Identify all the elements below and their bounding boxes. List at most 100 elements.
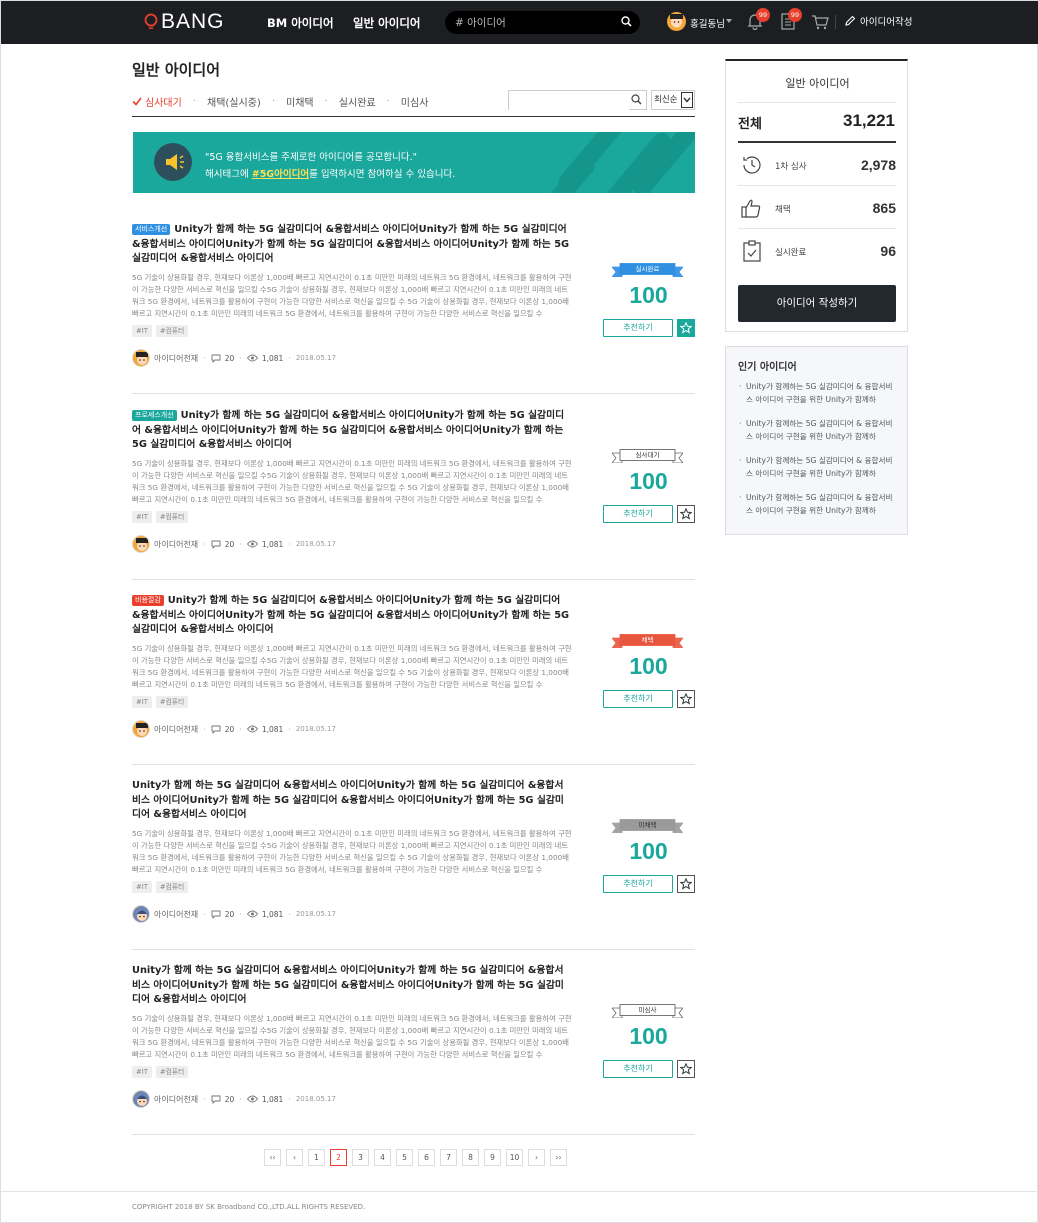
divider [1,1191,1038,1192]
comment-icon [211,725,221,734]
stat-label: 실시완료 [775,248,807,258]
popular-item[interactable]: Unity가 함께하는 5G 실감미디어 & 융합서비스 아이디어 구현을 위한… [738,492,898,517]
author-name[interactable]: 아이디어천재 [154,909,198,920]
comment-icon [211,354,221,363]
post-date: 2018.05.17 [295,910,336,919]
user-name[interactable]: 홍길동님 [690,16,725,30]
first-page-button[interactable]: ‹‹ [264,1149,281,1166]
tab-label: 심사대기 [145,98,182,109]
hashtag[interactable]: #컴퓨터 [155,1066,189,1079]
divider [835,15,836,29]
star-icon[interactable] [677,319,695,337]
page-number-button[interactable]: 10 [506,1149,523,1166]
user-avatar[interactable] [667,12,686,31]
status-label: 미채택 [638,821,657,829]
tab-not-adopted[interactable]: · 미채택 [261,94,314,109]
tab-pending-review[interactable]: 심사대기 [132,94,182,109]
tab-completed[interactable]: · 실시완료 [314,94,376,109]
idea-card[interactable]: Unity가 함께 하는 5G 실감미디어 &융합서비스 아이디어Unity가 … [132,767,695,950]
megaphone-icon [154,143,192,181]
logo-text: BANG [161,10,225,33]
last-page-button[interactable]: ›› [550,1149,567,1166]
hashtag[interactable]: #IT [132,325,152,338]
star-icon[interactable] [677,1060,695,1078]
next-page-button[interactable]: › [528,1149,545,1166]
prev-page-button[interactable]: ‹ [286,1149,303,1166]
idea-title-row[interactable]: Unity가 함께 하는 5G 실감미디어 &융합서비스 아이디어Unity가 … [132,779,572,823]
author-name[interactable]: 아이디어천재 [154,353,198,364]
popular-item[interactable]: Unity가 함께하는 5G 실감미디어 & 융합서비스 아이디어 구현을 위한… [738,381,898,406]
page-number-button[interactable]: 2 [330,1149,347,1166]
stat-row-completed[interactable]: 실시완료 96 [738,230,896,272]
idea-title-row[interactable]: 비용절감 Unity가 함께 하는 5G 실감미디어 &융합서비스 아이디어Uni… [132,594,572,638]
recommend-button[interactable]: 추천하기 [603,690,673,708]
hashtag[interactable]: #IT [132,881,152,894]
hashtag[interactable]: #컴퓨터 [155,511,189,524]
lightbulb-icon [144,13,158,29]
write-idea-button[interactable]: 아이디어 작성하기 [738,285,896,322]
page-number-button[interactable]: 5 [396,1149,413,1166]
popular-item[interactable]: Unity가 함께하는 5G 실감미디어 & 융합서비스 아이디어 구현을 위한… [738,418,898,443]
status-ribbon: 심사대기 [612,449,683,463]
idea-title-row[interactable]: 프로세스개선 Unity가 함께 하는 5G 실감미디어 &융합서비스 아이디어U… [132,409,572,453]
banner-hashtag[interactable]: #5G아이디어 [252,169,309,180]
author-name[interactable]: 아이디어천재 [154,1094,198,1105]
comment-count: 20 [224,353,235,363]
contest-banner[interactable]: "5G 융합서비스를 주제로한 아이디어를 공모합니다." 해시태그에 #5G아… [133,132,695,193]
idea-card[interactable]: 서비스개선 Unity가 함께 하는 5G 실감미디어 &융합서비스 아이디어Un… [132,211,695,394]
idea-title: Unity가 함께 하는 5G 실감미디어 &융합서비스 아이디어Unity가 … [132,780,564,820]
page-number-button[interactable]: 3 [352,1149,369,1166]
sort-select[interactable]: 최신순 [651,90,695,110]
popular-title: 인기 아이디어 [738,362,797,373]
search-icon[interactable] [621,16,632,27]
page-number-button[interactable]: 1 [308,1149,325,1166]
idea-card[interactable]: 프로세스개선 Unity가 함께 하는 5G 실감미디어 &융합서비스 아이디어U… [132,397,695,580]
popular-item[interactable]: Unity가 함께하는 5G 실감미디어 & 융합서비스 아이디어 구현을 위한… [738,455,898,480]
nav-bm-idea[interactable]: BM 아이디어 [267,15,334,31]
star-icon[interactable] [677,690,695,708]
hashtag[interactable]: #컴퓨터 [155,325,189,338]
idea-score: 100 [629,653,668,679]
write-idea-link[interactable]: 아이디어작성 [844,14,912,28]
bang-logo[interactable]: BANG [144,10,225,33]
idea-title-row[interactable]: 서비스개선 Unity가 함께 하는 5G 실감미디어 &융합서비스 아이디어Un… [132,223,572,267]
hashtag[interactable]: #IT [132,696,152,709]
hashtag[interactable]: #컴퓨터 [155,881,189,894]
idea-card[interactable]: 비용절감 Unity가 함께 하는 5G 실감미디어 &융합서비스 아이디어Uni… [132,582,695,765]
stat-row-adopted[interactable]: 채택 865 [738,187,896,229]
hashtag[interactable]: #IT [132,511,152,524]
page-number-button[interactable]: 4 [374,1149,391,1166]
divider [132,116,695,117]
star-icon[interactable] [677,875,695,893]
page-number-button[interactable]: 8 [462,1149,479,1166]
hashtag[interactable]: #IT [132,1066,152,1079]
total-label: 전체 [738,117,762,132]
header-search-input[interactable] [455,14,615,31]
idea-title-row[interactable]: Unity가 함께 하는 5G 실감미디어 &융합서비스 아이디어Unity가 … [132,964,572,1008]
chevron-down-icon[interactable] [726,19,732,23]
recommend-button[interactable]: 추천하기 [603,319,673,337]
idea-card[interactable]: Unity가 함께 하는 5G 실감미디어 &융합서비스 아이디어Unity가 … [132,952,695,1135]
stat-row-first-review[interactable]: 1차 심사 2,978 [738,144,896,186]
star-icon[interactable] [677,505,695,523]
cart-icon[interactable] [811,14,829,30]
filter-search-input[interactable] [509,94,629,112]
hashtag[interactable]: #컴퓨터 [155,696,189,709]
status-ribbon: 미채택 [612,819,683,833]
page-number-button[interactable]: 9 [484,1149,501,1166]
tab-adopted[interactable]: · 채택(실시중) [182,94,261,109]
separator: · [288,724,291,734]
recommend-button[interactable]: 추천하기 [603,1060,673,1078]
search-icon[interactable] [631,94,642,105]
author-name[interactable]: 아이디어천재 [154,724,198,735]
recommend-button[interactable]: 추천하기 [603,875,673,893]
page-number-button[interactable]: 6 [418,1149,435,1166]
author-name[interactable]: 아이디어천재 [154,539,198,550]
eye-icon [246,910,258,918]
author-avatar [132,1090,150,1109]
nav-general-idea[interactable]: 일반 아이디어 [353,15,420,31]
page-number-button[interactable]: 7 [440,1149,457,1166]
eye-icon [246,540,258,548]
tab-unreviewed[interactable]: · 미심사 [376,94,429,109]
recommend-button[interactable]: 추천하기 [603,505,673,523]
